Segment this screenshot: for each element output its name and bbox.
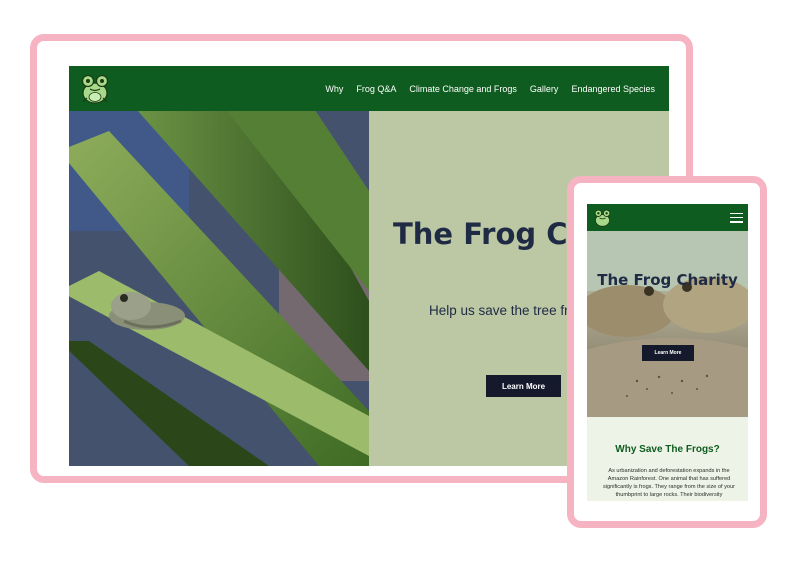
desktop-nav-menu: Why Frog Q&A Climate Change and Frogs Ga… xyxy=(325,84,655,94)
hamburger-menu-icon[interactable] xyxy=(730,212,743,223)
toads-photo xyxy=(587,231,748,417)
hamburger-line xyxy=(730,216,743,219)
why-save-frogs-body: As urbanization and deforestation expand… xyxy=(602,468,736,498)
frog-logo-icon[interactable] xyxy=(79,72,111,106)
nav-link-climate-change[interactable]: Climate Change and Frogs xyxy=(409,84,517,94)
tree-frog-photo xyxy=(69,111,369,466)
nav-link-gallery[interactable]: Gallery xyxy=(530,84,559,94)
why-save-frogs-heading: Why Save The Frogs? xyxy=(615,444,720,455)
mobile-hero: The Frog Charity Learn More xyxy=(587,231,748,417)
mobile-learn-more-button[interactable]: Learn More xyxy=(642,345,694,361)
nav-link-endangered-species[interactable]: Endangered Species xyxy=(571,84,655,94)
mobile-device-frame: The Frog Charity Learn More Why Save The… xyxy=(567,176,767,528)
learn-more-button[interactable]: Learn More xyxy=(486,375,561,397)
nav-link-why[interactable]: Why xyxy=(325,84,343,94)
mobile-navbar xyxy=(587,204,748,231)
hamburger-line xyxy=(730,212,743,214)
nav-link-frog-qa[interactable]: Frog Q&A xyxy=(356,84,396,94)
desktop-navbar: Why Frog Q&A Climate Change and Frogs Ga… xyxy=(69,66,669,111)
hamburger-line xyxy=(730,221,743,223)
mobile-screen: The Frog Charity Learn More Why Save The… xyxy=(587,204,748,501)
mobile-hero-title: The Frog Charity xyxy=(597,271,738,289)
frog-logo-icon[interactable] xyxy=(593,208,612,228)
